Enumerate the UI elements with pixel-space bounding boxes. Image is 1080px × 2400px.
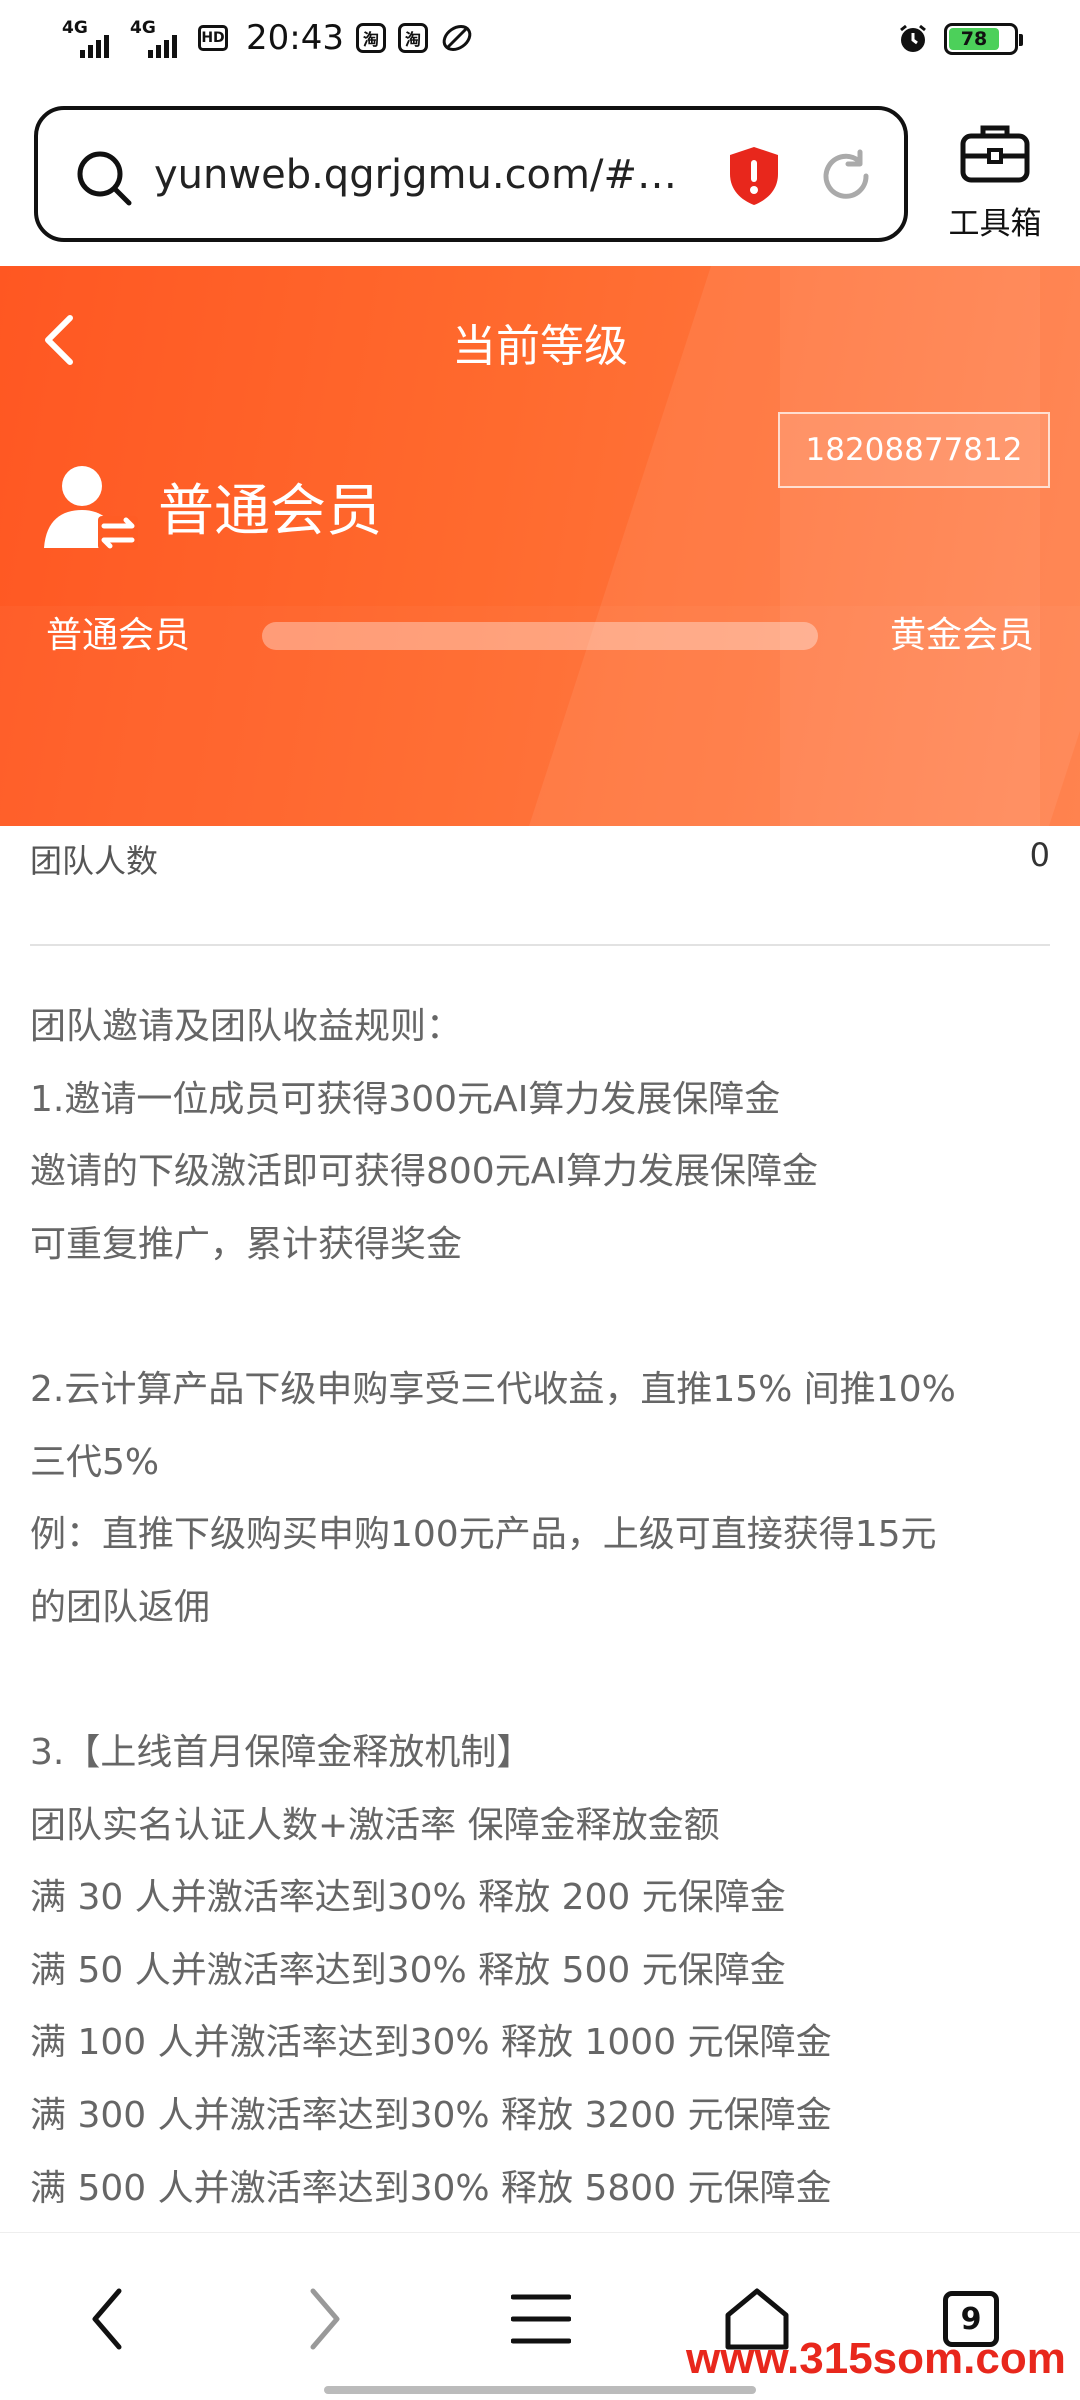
- page-title: 当前等级: [452, 321, 628, 372]
- battery-icon: 78: [944, 23, 1023, 55]
- home-indicator[interactable]: [324, 2386, 756, 2394]
- team-count-row: 团队人数 0: [30, 836, 1050, 946]
- app-notification-icon: [442, 25, 472, 51]
- level-header: 当前等级 18208877812 普通会员 普通会员 黄金会员: [0, 266, 1080, 826]
- toolbox-button[interactable]: 工具箱: [930, 116, 1060, 246]
- hd-voice-icon: HD: [198, 25, 228, 51]
- status-right: 78: [896, 22, 1023, 56]
- rule-line: 满 500 人并激活率达到30% 释放 5800 元保障金: [30, 2167, 832, 2209]
- user-phone-badge: 18208877812: [778, 412, 1050, 488]
- url-text[interactable]: yunweb.qgrjgmu.com/#…: [154, 152, 714, 198]
- team-count-label: 团队人数: [30, 842, 159, 880]
- team-rules-text: 团队邀请及团队收益规则： 1.邀请一位成员可获得300元AI算力发展保障金 邀请的下…: [30, 1000, 1060, 2234]
- chevron-left-icon: [92, 2288, 122, 2350]
- toolbox-icon: [960, 125, 1030, 183]
- tabs-count: 9: [960, 2301, 982, 2337]
- rule-line: [30, 1290, 1060, 1363]
- rule-line: 满 30 人并激活率达到30% 释放 200 元保障金: [30, 1877, 786, 1919]
- rule-line: 1.邀请一位成员可获得300元AI算力发展保障金: [30, 1078, 781, 1120]
- watermark: www.315som.com: [686, 2334, 1066, 2383]
- taobao-notification-icon: 淘: [355, 23, 386, 53]
- team-count-value: 0: [1029, 836, 1050, 874]
- current-level-label: 普通会员: [46, 615, 191, 656]
- nav-forward-button[interactable]: [280, 2279, 370, 2359]
- level-progress-bar: [262, 622, 818, 650]
- rule-line: 满 50 人并激活率达到30% 释放 500 元保障金: [30, 1949, 786, 1991]
- rule-line: [30, 1653, 1060, 1726]
- chevron-right-icon: [310, 2288, 340, 2350]
- rule-line: 2.云计算产品下级申购享受三代收益，直推15% 间推10%: [30, 1368, 956, 1410]
- member-avatar-icon: [44, 466, 138, 550]
- refresh-icon[interactable]: [816, 146, 876, 206]
- rule-line: 3.【上线首月保障金释放机制】: [30, 1731, 533, 1773]
- rule-line: 三代5%: [30, 1441, 160, 1483]
- rule-line: 团队实名认证人数+激活率 保障金释放金额: [30, 1804, 720, 1846]
- rule-line: 的团队返佣: [30, 1586, 211, 1628]
- toolbox-label: 工具箱: [948, 206, 1042, 242]
- rule-line: 可重复推广，累计获得奖金: [30, 1223, 463, 1265]
- nav-menu-button[interactable]: [496, 2279, 586, 2359]
- menu-icon: [511, 2294, 571, 2344]
- rule-line: 邀请的下级激活即可获得800元AI算力发展保障金: [30, 1151, 818, 1193]
- status-bar: 4G 4G HD 20:43 淘 淘 78: [0, 0, 1080, 86]
- rule-line: 满 100 人并激活率达到30% 释放 1000 元保障金: [30, 2022, 832, 2064]
- signal-icon-1: 4G: [62, 18, 118, 58]
- address-bar[interactable]: yunweb.qgrjgmu.com/#…: [34, 106, 908, 242]
- battery-level: 78: [949, 28, 999, 50]
- clock: 20:43: [246, 18, 344, 58]
- search-icon: [77, 151, 132, 206]
- security-warning-shield-icon[interactable]: [726, 144, 782, 208]
- member-level-name: 普通会员: [158, 479, 382, 544]
- rule-line: 例：直推下级购买申购100元产品，上级可直接获得15元: [30, 1514, 937, 1556]
- alarm-icon: [900, 24, 926, 52]
- rule-line: 团队邀请及团队收益规则：: [30, 1006, 463, 1047]
- nav-back-button[interactable]: [62, 2279, 152, 2359]
- taobao-notification-icon-2: 淘: [397, 23, 428, 53]
- rule-line: 满 300 人并激活率达到30% 释放 3200 元保障金: [30, 2094, 832, 2136]
- signal-icon-2: 4G: [130, 18, 186, 58]
- next-level-label: 黄金会员: [889, 615, 1034, 656]
- status-left: 4G 4G HD 20:43 淘 淘: [62, 18, 474, 58]
